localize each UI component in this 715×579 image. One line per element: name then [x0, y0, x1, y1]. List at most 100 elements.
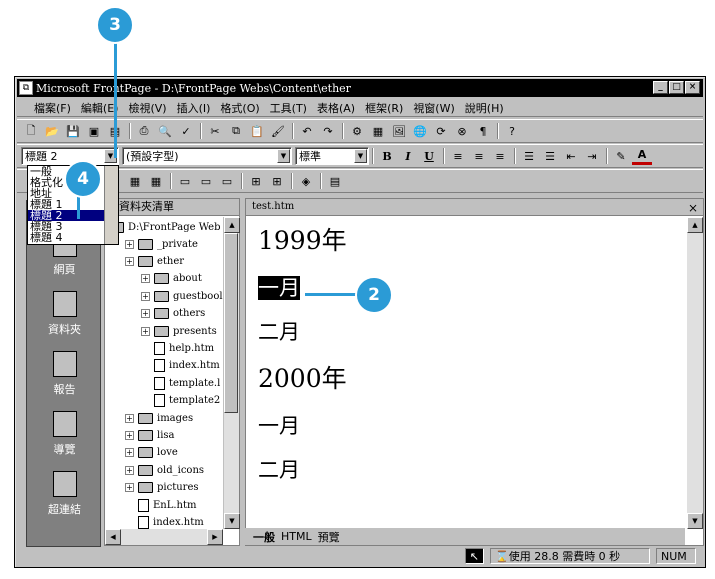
scroll-left-icon[interactable]: ◀: [105, 529, 121, 545]
tree-root[interactable]: D:\FrontPage Web: [109, 219, 220, 235]
heading-feb[interactable]: 二月: [258, 453, 347, 497]
dropdown-scrollbar[interactable]: [104, 166, 118, 244]
align-right-icon[interactable]: ≡: [490, 147, 510, 165]
highlight-icon[interactable]: ✎: [611, 147, 631, 165]
tree-file[interactable]: template.l: [141, 375, 220, 391]
menu-frames[interactable]: 框架(R): [360, 100, 408, 116]
table-tool-icon[interactable]: ▦: [146, 172, 166, 190]
underline-button[interactable]: U: [419, 147, 439, 165]
tree-file[interactable]: index.htm: [141, 358, 220, 374]
tree-folder[interactable]: + images: [125, 410, 193, 426]
document-body[interactable]: 1999年 一月 二月 2000年 一月 二月: [258, 221, 347, 497]
cell-align-icon[interactable]: ▭: [175, 172, 195, 190]
show-all-icon[interactable]: ¶: [473, 122, 493, 140]
menu-help[interactable]: 說明(H): [460, 100, 509, 116]
tree-folder[interactable]: + lisa: [125, 427, 175, 443]
expand-icon[interactable]: +: [125, 256, 134, 266]
distribute-icon[interactable]: ⊞: [246, 172, 266, 190]
tree-folder[interactable]: + _private: [125, 236, 198, 252]
chevron-down-icon[interactable]: ▼: [277, 149, 290, 163]
insert-table-icon[interactable]: ▦: [368, 122, 388, 140]
grid-icon[interactable]: ▤: [325, 172, 345, 190]
expand-icon[interactable]: +: [125, 465, 134, 475]
print-icon[interactable]: ⎙: [134, 122, 154, 140]
expand-icon[interactable]: +: [141, 326, 150, 336]
menu-tools[interactable]: 工具(T): [265, 100, 312, 116]
heading-1999[interactable]: 1999年: [258, 221, 347, 271]
preview-icon[interactable]: 🔍: [155, 122, 175, 140]
numbered-list-icon[interactable]: ☰: [519, 147, 539, 165]
tab-normal[interactable]: 一般: [253, 529, 275, 545]
style-combo[interactable]: 標題 2 ▼: [21, 147, 119, 165]
bold-button[interactable]: B: [377, 147, 397, 165]
cell-align-icon[interactable]: ▭: [217, 172, 237, 190]
expand-icon[interactable]: +: [125, 430, 134, 440]
heading-jan[interactable]: 一月: [258, 409, 347, 453]
tab-html[interactable]: HTML: [281, 530, 312, 543]
folder-vertical-scrollbar[interactable]: ▲ ▼: [223, 217, 240, 529]
tree-folder[interactable]: + love: [125, 445, 178, 461]
menu-file[interactable]: 檔案(F): [29, 100, 76, 116]
menu-format[interactable]: 格式(O): [215, 100, 264, 116]
expand-icon[interactable]: +: [125, 239, 134, 249]
maximize-button[interactable]: □: [669, 81, 684, 94]
font-combo[interactable]: (預設字型) ▼: [122, 147, 292, 165]
scroll-down-icon[interactable]: ▼: [687, 513, 703, 529]
menu-insert[interactable]: 插入(I): [172, 100, 216, 116]
view-hyperlinks[interactable]: 超連結: [27, 471, 102, 517]
folder-horizontal-scrollbar[interactable]: ◀ ▶: [105, 529, 223, 545]
fill-color-icon[interactable]: ◈: [296, 172, 316, 190]
increase-indent-icon[interactable]: ⇥: [582, 147, 602, 165]
table-tool-icon[interactable]: ▦: [125, 172, 145, 190]
view-reports[interactable]: 報告: [27, 351, 102, 397]
tree-folder[interactable]: + others: [141, 306, 205, 322]
open-icon[interactable]: 📂: [42, 122, 62, 140]
redo-icon[interactable]: ↷: [318, 122, 338, 140]
format-painter-icon[interactable]: 🖌: [268, 122, 288, 140]
menu-table[interactable]: 表格(A): [312, 100, 360, 116]
new-page-icon[interactable]: 🗋: [21, 122, 41, 140]
copy-icon[interactable]: ⧉: [226, 122, 246, 140]
expand-icon[interactable]: +: [125, 413, 134, 423]
size-combo[interactable]: 標準 ▼: [295, 147, 369, 165]
view-navigation[interactable]: 導覽: [27, 411, 102, 457]
cut-icon[interactable]: ✂: [205, 122, 225, 140]
spelling-icon[interactable]: ✓: [176, 122, 196, 140]
tree-folder[interactable]: + ether: [125, 253, 184, 269]
tab-preview[interactable]: 預覽: [318, 529, 340, 545]
expand-icon[interactable]: +: [125, 448, 134, 458]
menu-view[interactable]: 檢視(V): [123, 100, 171, 116]
tree-folder[interactable]: + old_icons: [125, 462, 204, 478]
close-icon[interactable]: ×: [688, 200, 698, 216]
view-folders[interactable]: 資料夾: [27, 291, 102, 337]
align-left-icon[interactable]: ≡: [448, 147, 468, 165]
expand-icon[interactable]: +: [141, 274, 150, 284]
hyperlink-icon[interactable]: 🌐: [410, 122, 430, 140]
scroll-up-icon[interactable]: ▲: [224, 217, 240, 233]
publish-icon[interactable]: ▣: [84, 122, 104, 140]
chevron-down-icon[interactable]: ▼: [354, 149, 367, 163]
undo-icon[interactable]: ↶: [297, 122, 317, 140]
distribute-icon[interactable]: ⊞: [267, 172, 287, 190]
tree-folder[interactable]: + presents: [141, 323, 217, 339]
menu-window[interactable]: 視窗(W): [408, 100, 459, 116]
insert-picture-icon[interactable]: 🖼: [389, 122, 409, 140]
scroll-thumb[interactable]: [224, 233, 238, 413]
tree-file[interactable]: template2: [141, 393, 220, 409]
italic-button[interactable]: I: [398, 147, 418, 165]
editor-vertical-scrollbar[interactable]: ▲ ▼: [687, 217, 703, 529]
stop-icon[interactable]: ⊗: [452, 122, 472, 140]
minimize-button[interactable]: _: [653, 81, 668, 94]
save-icon[interactable]: 💾: [63, 122, 83, 140]
expand-icon[interactable]: +: [125, 483, 134, 493]
scroll-right-icon[interactable]: ▶: [207, 529, 223, 545]
decrease-indent-icon[interactable]: ⇤: [561, 147, 581, 165]
heading-2000[interactable]: 2000年: [258, 359, 347, 409]
expand-icon[interactable]: +: [141, 309, 150, 319]
scroll-down-icon[interactable]: ▼: [224, 513, 240, 529]
align-center-icon[interactable]: ≡: [469, 147, 489, 165]
scroll-up-icon[interactable]: ▲: [687, 217, 703, 233]
tree-file[interactable]: help.htm: [141, 340, 214, 356]
expand-icon[interactable]: +: [141, 291, 150, 301]
tree-file[interactable]: index.htm: [125, 514, 204, 529]
